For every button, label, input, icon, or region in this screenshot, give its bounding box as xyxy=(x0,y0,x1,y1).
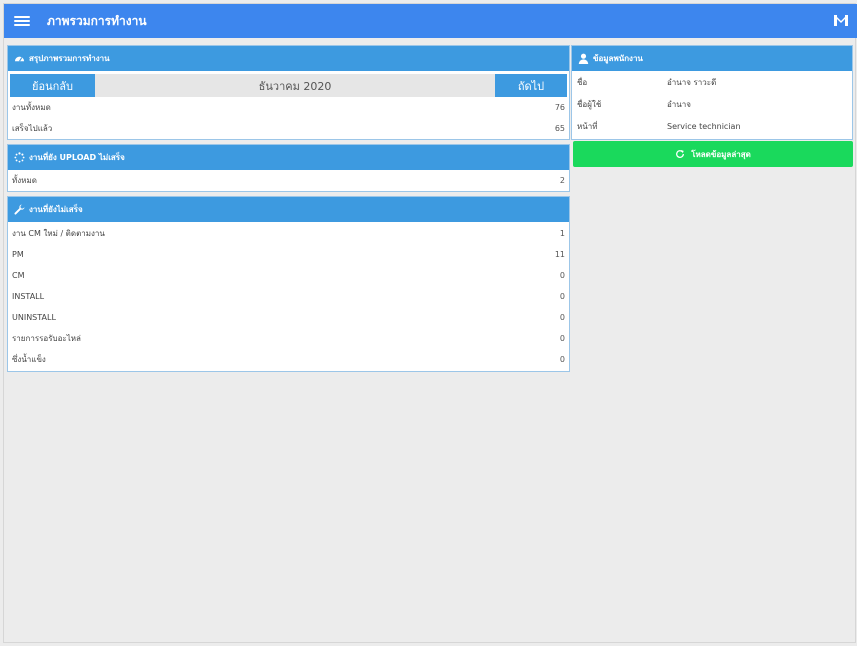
upload-title: งานที่ยัง UPLOAD ไม่เสร็จ xyxy=(29,153,125,162)
summary-row-total: งานทั้งหมด 76 xyxy=(8,97,569,118)
reload-data-button[interactable]: โหลดข้อมูลล่าสุด xyxy=(573,141,853,167)
row-value: 76 xyxy=(554,103,565,112)
summary-row-done: เสร็จไปแล้ว 65 xyxy=(8,118,569,139)
next-month-button[interactable]: ถัดไป xyxy=(495,74,567,97)
row-value: 11 xyxy=(554,250,565,259)
employee-panel: ข้อมูลพนักงาน ชื่อ อำนาจ ราวะดี ชื่อผู้ใ… xyxy=(571,45,853,140)
row-label: ชื่อ xyxy=(577,77,588,87)
row-label: PM xyxy=(12,250,24,259)
logo-icon[interactable] xyxy=(834,14,848,27)
employee-row-username: ชื่อผู้ใช้ อำนาจ xyxy=(572,93,852,115)
pending-row: CM 0 xyxy=(8,265,569,286)
wrench-icon xyxy=(14,204,25,215)
month-navigator: ย้อนกลับ ธันวาคม 2020 ถัดไป xyxy=(10,74,567,97)
pending-panel-header: งานที่ยังไม่เสร็จ xyxy=(8,197,569,222)
row-value: อำนาจ ราวะดี xyxy=(667,77,717,87)
employee-title: ข้อมูลพนักงาน xyxy=(593,54,643,63)
pending-row: UNINSTALL 0 xyxy=(8,307,569,328)
row-value: อำนาจ xyxy=(667,99,691,109)
summary-panel: สรุปภาพรวมการทำงาน ย้อนกลับ ธันวาคม 2020… xyxy=(7,45,570,140)
pending-row: PM 11 xyxy=(8,244,569,265)
row-value: 0 xyxy=(559,271,565,280)
row-label: ชื่อผู้ใช้ xyxy=(577,99,602,109)
row-value: 2 xyxy=(559,175,565,185)
user-icon xyxy=(578,53,589,64)
row-label: CM xyxy=(12,271,25,280)
row-value: 0 xyxy=(559,334,565,343)
page-title: ภาพรวมการทำงาน xyxy=(47,13,147,28)
summary-title: สรุปภาพรวมการทำงาน xyxy=(29,54,110,63)
upload-panel: งานที่ยัง UPLOAD ไม่เสร็จ ทั้งหมด 2 xyxy=(7,144,570,192)
spinner-icon xyxy=(14,152,25,163)
dashboard-icon xyxy=(14,56,25,62)
upload-row-total: ทั้งหมด 2 xyxy=(8,170,569,190)
row-label: งาน CM ใหม่ / ติดตามงาน xyxy=(12,229,105,238)
current-month: ธันวาคม 2020 xyxy=(258,79,332,93)
upload-panel-header: งานที่ยัง UPLOAD ไม่เสร็จ xyxy=(8,145,569,170)
hamburger-icon[interactable] xyxy=(14,16,30,26)
employee-row-role: หน้าที่ Service technician xyxy=(572,115,852,137)
refresh-icon xyxy=(676,150,685,158)
pending-row: INSTALL 0 xyxy=(8,286,569,307)
row-label: INSTALL xyxy=(12,292,45,301)
top-bar: ภาพรวมการทำงาน xyxy=(4,4,857,38)
row-value: 0 xyxy=(559,292,565,301)
employee-row-name: ชื่อ อำนาจ ราวะดี xyxy=(572,71,852,93)
row-label: หน้าที่ xyxy=(577,121,598,131)
app-frame: ภาพรวมการทำงาน สรุปภาพรวมการทำงาน ย้อนกล… xyxy=(3,3,857,643)
pending-title: งานที่ยังไม่เสร็จ xyxy=(29,205,83,214)
pending-row: งาน CM ใหม่ / ติดตามงาน 1 xyxy=(8,223,569,244)
pending-panel: งานที่ยังไม่เสร็จ งาน CM ใหม่ / ติดตามงา… xyxy=(7,196,570,372)
employee-panel-header: ข้อมูลพนักงาน xyxy=(572,46,852,71)
row-value: 0 xyxy=(559,355,565,364)
reload-label: โหลดข้อมูลล่าสุด xyxy=(691,149,751,159)
row-label: ทั้งหมด xyxy=(12,175,37,185)
row-label: UNINSTALL xyxy=(12,313,56,322)
row-value: 65 xyxy=(554,124,565,133)
pending-row: ซึ่งน้ำแข็ง 0 xyxy=(8,349,569,370)
prev-month-button[interactable]: ย้อนกลับ xyxy=(10,74,95,97)
row-label: รายการรอรับอะไหล่ xyxy=(12,334,81,343)
row-label: เสร็จไปแล้ว xyxy=(12,124,53,133)
row-label: งานทั้งหมด xyxy=(12,103,51,112)
row-value: 0 xyxy=(559,313,565,322)
pending-row: รายการรอรับอะไหล่ 0 xyxy=(8,328,569,349)
row-value: Service technician xyxy=(667,121,741,131)
row-value: 1 xyxy=(559,229,565,238)
row-label: ซึ่งน้ำแข็ง xyxy=(12,355,46,364)
summary-panel-header: สรุปภาพรวมการทำงาน xyxy=(8,46,569,71)
